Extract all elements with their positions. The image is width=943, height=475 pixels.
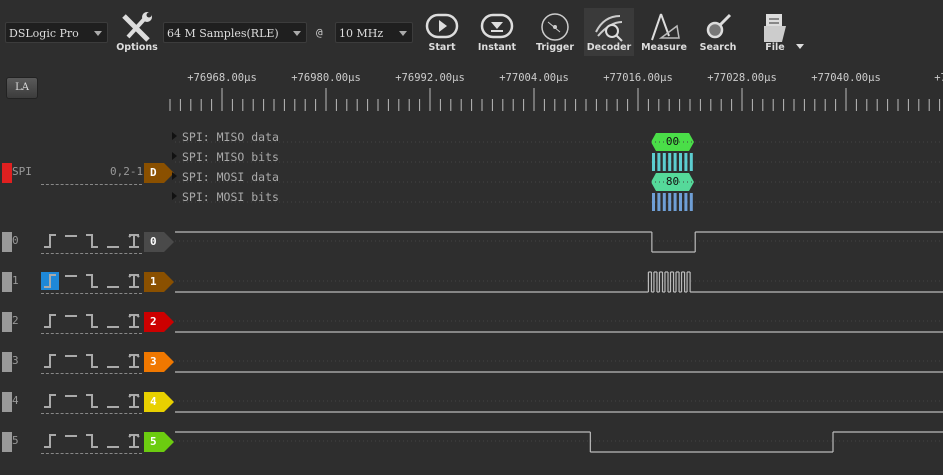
bit-annotation[interactable]	[668, 193, 672, 211]
bit-annotation[interactable]	[689, 193, 693, 211]
bit-annotation[interactable]	[673, 153, 677, 171]
bit-annotation[interactable]	[668, 153, 672, 171]
waveform-area[interactable]	[0, 0, 943, 475]
bit-annotation[interactable]	[684, 153, 688, 171]
bit-annotation[interactable]	[689, 153, 693, 171]
bit-annotation[interactable]	[657, 153, 661, 171]
bit-annotation[interactable]	[679, 193, 682, 211]
bit-annotation[interactable]	[679, 153, 682, 171]
bit-annotation[interactable]	[652, 193, 655, 211]
bit-annotation[interactable]	[657, 193, 661, 211]
bit-annotation[interactable]	[673, 193, 677, 211]
bit-annotation[interactable]	[652, 153, 655, 171]
bit-annotation[interactable]	[684, 193, 688, 211]
bit-annotation[interactable]	[662, 193, 666, 211]
bit-annotation[interactable]	[662, 153, 666, 171]
